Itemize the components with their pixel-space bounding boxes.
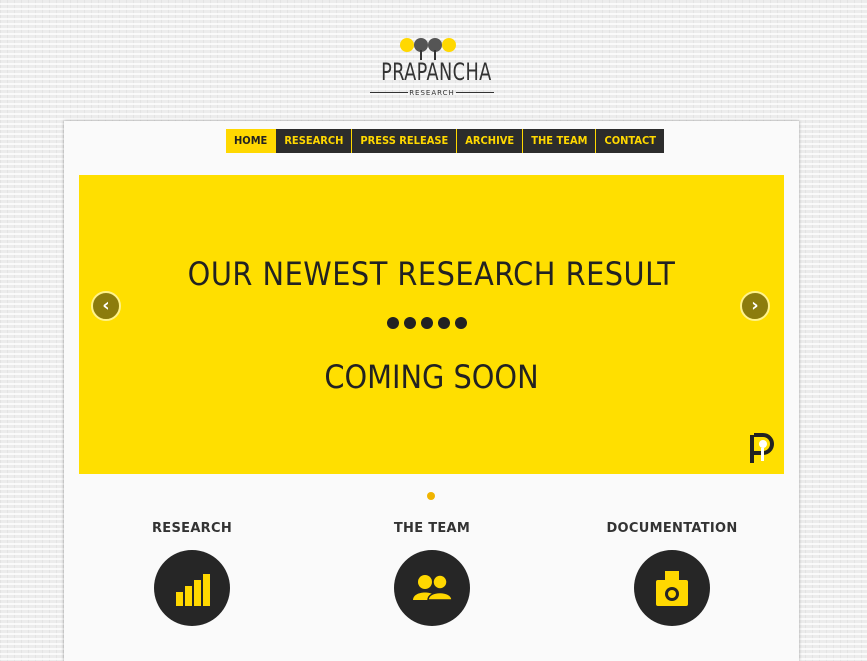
documentation-circle-button[interactable]: [634, 550, 710, 626]
slide-subtitle: COMING SOON: [324, 358, 539, 396]
nav-item-archive[interactable]: ARCHIVE: [456, 129, 523, 153]
nav-item-research[interactable]: RESEARCH: [275, 129, 352, 153]
logo-name: PRAPANCHA: [381, 58, 492, 86]
nav-item-contact[interactable]: CONTACT: [595, 129, 664, 153]
feature-title: DOCUMENTATION: [606, 521, 738, 536]
feature-research: RESEARCH: [92, 521, 292, 626]
nav-item-press-release[interactable]: PRESS RELEASE: [351, 129, 457, 153]
team-icon: [413, 574, 452, 601]
slider-pager-dot[interactable]: [427, 492, 435, 500]
slider-next-button[interactable]: ›: [740, 291, 770, 321]
camera-icon: [656, 571, 688, 606]
logo-subtitle: RESEARCH: [409, 89, 455, 97]
main-panel: HOME RESEARCH PRESS RELEASE ARCHIVE THE …: [64, 121, 799, 661]
team-circle-button[interactable]: [394, 550, 470, 626]
p-logo-icon: [750, 433, 774, 463]
slider-prev-button[interactable]: ‹: [91, 291, 121, 321]
nav-item-home[interactable]: HOME: [226, 129, 276, 153]
bar-chart-icon: [176, 574, 210, 606]
chevron-left-icon: ‹: [102, 295, 110, 316]
chevron-right-icon: ›: [751, 295, 759, 316]
hero-slider: OUR NEWEST RESEARCH RESULT COMING SOON ‹…: [79, 175, 784, 474]
logo-dot: [400, 38, 414, 52]
slide-title: OUR NEWEST RESEARCH RESULT: [187, 255, 676, 293]
research-circle-button[interactable]: [154, 550, 230, 626]
slide-dot-divider: [387, 317, 467, 329]
feature-the-team: THE TEAM: [332, 521, 532, 626]
feature-documentation: DOCUMENTATION: [572, 521, 772, 626]
feature-title: THE TEAM: [393, 521, 471, 536]
feature-title: RESEARCH: [151, 521, 233, 536]
logo-dot: [442, 38, 456, 52]
main-nav: HOME RESEARCH PRESS RELEASE ARCHIVE THE …: [226, 129, 664, 153]
logo-dots: [400, 36, 464, 60]
site-logo[interactable]: PRAPANCHA RESEARCH: [370, 36, 494, 102]
nav-item-the-team[interactable]: THE TEAM: [522, 129, 596, 153]
